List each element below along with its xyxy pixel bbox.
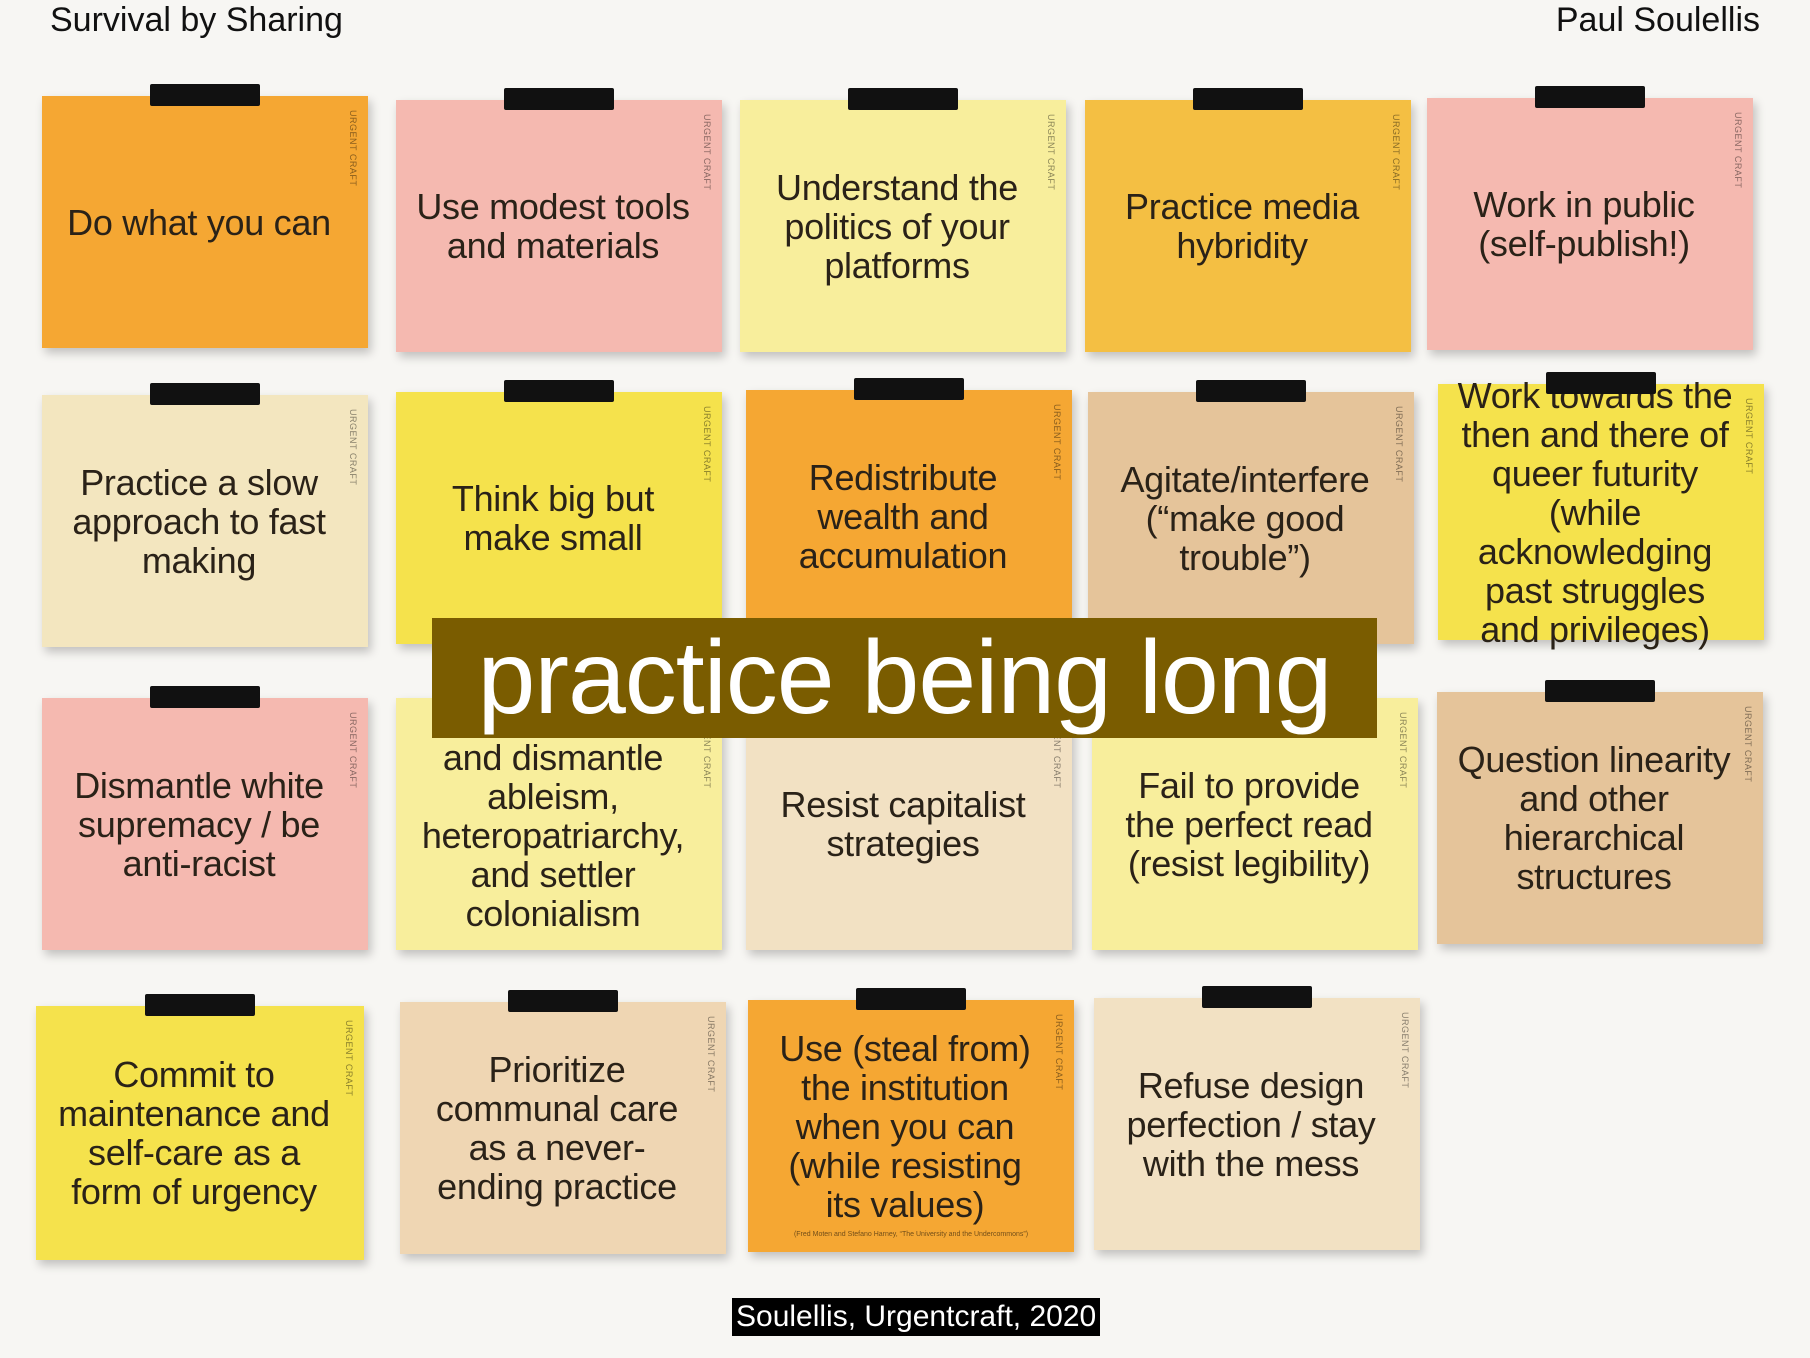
tape-strip <box>150 686 260 708</box>
sticky-note: URGENT CRAFT Do what you can <box>42 84 368 348</box>
sticky-note: URGENT CRAFT Refuse design perfection / … <box>1094 986 1420 1250</box>
note-text: and dismantle ableism, heteropatriarchy,… <box>421 737 685 934</box>
note-tag: URGENT CRAFT <box>1744 398 1754 475</box>
note-tag: URGENT CRAFT <box>344 1020 354 1097</box>
tape-strip <box>508 990 618 1012</box>
note-text: Use (steal from) the institution when yo… <box>779 1027 1031 1225</box>
sticky-note: URGENT CRAFT Question linearity and othe… <box>1437 680 1763 944</box>
note-tag: URGENT CRAFT <box>702 406 712 483</box>
note-text: Work in public (self-publish!) <box>1473 184 1695 264</box>
tape-strip <box>1535 86 1645 108</box>
note-text: Agitate/interfere (“make good trouble”) <box>1120 458 1370 578</box>
note-text: Refuse design perfection / stay with the… <box>1126 1064 1376 1184</box>
tape-strip <box>1545 680 1655 702</box>
sticky-note: URGENT CRAFT Practice a slow approach to… <box>42 383 368 647</box>
tape-strip <box>1202 986 1312 1008</box>
tape-strip <box>150 383 260 405</box>
overlay-banner: practice being long <box>432 618 1377 738</box>
citation-fine-print: (Fred Moten and Stefano Harney, “The Uni… <box>793 1231 1029 1238</box>
slide-author-right: Paul Soulellis <box>1555 1 1760 39</box>
tape-strip <box>150 84 260 106</box>
tape-strip <box>1546 372 1656 394</box>
note-tag: URGENT CRAFT <box>348 110 358 187</box>
note-text: Think big but make small <box>451 478 655 558</box>
note-text: Question linearity and other hierarchica… <box>1457 739 1731 897</box>
tape-strip <box>504 380 614 402</box>
sticky-note: URGENT CRAFT Practice media hybridity <box>1085 88 1411 352</box>
tape-strip <box>504 88 614 110</box>
note-text: Practice a slow approach to fast making <box>72 461 326 581</box>
note-text: Use modest tools and materials <box>416 186 690 266</box>
note-text: Commit to maintenance and self-care as a… <box>58 1054 330 1212</box>
note-tag: URGENT CRAFT <box>348 712 358 789</box>
sticky-note: URGENT CRAFT Work in public (self-publis… <box>1427 86 1753 350</box>
sticky-note: URGENT CRAFT Agitate/interfere (“make go… <box>1088 380 1414 644</box>
note-tag: URGENT CRAFT <box>1052 404 1062 481</box>
note-text: Prioritize communal care as a never-endi… <box>435 1049 679 1207</box>
sticky-note: URGENT CRAFT Prioritize communal care as… <box>400 990 726 1254</box>
sticky-note: URGENT CRAFT Use modest tools and materi… <box>396 88 722 352</box>
tape-strip <box>1193 88 1303 110</box>
note-text: Practice media hybridity <box>1125 186 1359 266</box>
note-tag: URGENT CRAFT <box>1398 712 1408 789</box>
note-text: Dismantle white supremacy / be anti-raci… <box>74 764 324 884</box>
sticky-note: URGENT CRAFT Work towards the then and t… <box>1438 372 1764 649</box>
note-tag: URGENT CRAFT <box>1733 112 1743 189</box>
note-tag: URGENT CRAFT <box>702 114 712 191</box>
note-tag: URGENT CRAFT <box>1391 114 1401 191</box>
sticky-note: URGENT CRAFT Commit to maintenance and s… <box>36 994 364 1260</box>
sticky-note: URGENT CRAFT Use (steal from) the instit… <box>748 988 1074 1252</box>
note-text: Do what you can <box>67 201 331 243</box>
note-text: Work towards the then and there of queer… <box>1457 374 1733 650</box>
sticky-note: URGENT CRAFT Understand the politics of … <box>740 88 1066 352</box>
note-tag: URGENT CRAFT <box>1400 1012 1410 1089</box>
tape-strip <box>856 988 966 1010</box>
tape-strip <box>854 378 964 400</box>
note-tag: URGENT CRAFT <box>348 409 358 486</box>
slide-title-left: Survival by Sharing <box>50 1 343 39</box>
note-text: Redistribute wealth and accumulation <box>798 456 1008 576</box>
note-text: Resist capitalist strategies <box>780 784 1026 864</box>
note-tag: URGENT CRAFT <box>1046 114 1056 191</box>
note-tag: URGENT CRAFT <box>1054 1014 1064 1091</box>
tape-strip <box>848 88 958 110</box>
sticky-note: URGENT CRAFT Think big but make small <box>396 380 722 644</box>
note-tag: URGENT CRAFT <box>706 1016 716 1093</box>
tape-strip <box>1196 380 1306 402</box>
note-text: Understand the politics of your platform… <box>776 166 1018 286</box>
note-text: Fail to provide the perfect read (resist… <box>1125 764 1373 884</box>
image-credit: Soulellis, Urgentcraft, 2020 <box>732 1298 1101 1336</box>
sticky-note: URGENT CRAFT Redistribute wealth and acc… <box>746 378 1072 642</box>
note-tag: URGENT CRAFT <box>1743 706 1753 783</box>
note-tag: URGENT CRAFT <box>1394 406 1404 483</box>
sticky-note: URGENT CRAFT Dismantle white supremacy /… <box>42 686 368 950</box>
tape-strip <box>145 994 255 1016</box>
